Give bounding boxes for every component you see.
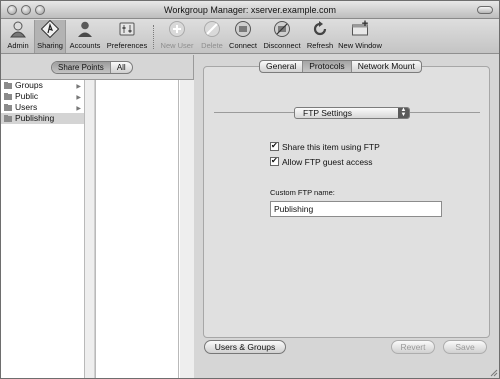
toolbar-admin-label: Admin	[7, 41, 29, 50]
toolbar-refresh-label: Refresh	[306, 41, 334, 50]
share-points-browser: Groups ▶ Public ▶ Users ▶ Publishing	[1, 79, 194, 378]
share-points-segmented-control: Share Points All	[51, 61, 133, 74]
tab-protocols[interactable]: Protocols	[303, 61, 352, 72]
admin-icon	[10, 21, 26, 38]
toolbar-new-user-button[interactable]: New User	[159, 20, 195, 53]
window-title: Workgroup Manager: xserver.example.com	[164, 5, 336, 15]
toolbar-refresh-button[interactable]: Refresh	[305, 20, 335, 53]
toolbar-delete-label: Delete	[201, 41, 223, 50]
list-item-label: Publishing	[15, 113, 55, 123]
list-item-groups[interactable]: Groups ▶	[1, 80, 84, 91]
new-window-icon	[352, 20, 368, 36]
toolbar-accounts-label: Accounts	[69, 41, 101, 50]
disconnect-icon	[274, 21, 290, 37]
close-window-icon[interactable]	[7, 5, 17, 15]
custom-ftp-name-field[interactable]: Publishing	[270, 201, 442, 217]
toolbar-separator	[153, 25, 154, 49]
browser-column-1: Groups ▶ Public ▶ Users ▶ Publishing	[1, 80, 85, 378]
share-folder-icon	[4, 115, 12, 122]
tab-general[interactable]: General	[260, 61, 304, 72]
share-folder-icon	[4, 104, 12, 111]
list-item-public[interactable]: Public ▶	[1, 91, 84, 102]
browser-scrollbar[interactable]	[180, 80, 194, 378]
settings-pane: General Protocols Network Mount FTP Sett…	[195, 55, 499, 378]
toolbar-disconnect-label: Disconnect	[263, 41, 301, 50]
toolbar-new-window-label: New Window	[338, 41, 382, 50]
toolbar-delete-button[interactable]: Delete	[198, 20, 226, 53]
toolbar-new-user-label: New User	[160, 41, 194, 50]
toolbar-connect-label: Connect	[229, 41, 257, 50]
share-ftp-checkbox[interactable]: Share this item using FTP	[270, 141, 380, 152]
column-1-scrollbar[interactable]	[85, 80, 95, 378]
list-item-publishing[interactable]: Publishing	[1, 113, 84, 124]
custom-ftp-name-label: Custom FTP name:	[270, 188, 335, 197]
toolbar: Admin Sharing Accounts Preferences New U…	[1, 19, 499, 54]
ftp-guest-access-label: Allow FTP guest access	[282, 157, 373, 167]
checkbox-checked-icon	[270, 156, 279, 166]
share-folder-icon	[4, 93, 12, 100]
protocol-popup-value: FTP Settings	[303, 108, 352, 118]
ftp-guest-access-checkbox[interactable]: Allow FTP guest access	[270, 156, 373, 167]
list-item-users[interactable]: Users ▶	[1, 102, 84, 113]
share-ftp-label: Share this item using FTP	[282, 142, 380, 152]
toolbar-connect-button[interactable]: Connect	[227, 20, 259, 53]
preferences-icon	[119, 22, 135, 36]
popup-arrows-icon: ▲ ▼	[398, 107, 409, 118]
zoom-window-icon[interactable]	[35, 5, 45, 15]
list-item-label: Users	[15, 102, 38, 112]
toolbar-sharing-label: Sharing	[37, 41, 63, 50]
save-button[interactable]: Save	[443, 340, 487, 354]
revert-button[interactable]: Revert	[391, 340, 435, 354]
refresh-icon	[313, 21, 327, 36]
toolbar-admin-button[interactable]: Admin	[3, 20, 33, 53]
title-bar: Workgroup Manager: xserver.example.com	[1, 1, 499, 19]
accounts-icon	[78, 21, 92, 37]
delete-icon	[204, 21, 220, 37]
checkbox-checked-icon	[270, 141, 279, 151]
minimize-window-icon[interactable]	[21, 5, 31, 15]
protocols-group-box: FTP Settings ▲▼ Share this item using FT…	[203, 66, 490, 338]
toolbar-preferences-label: Preferences	[106, 41, 148, 50]
connect-icon	[235, 21, 251, 37]
toolbar-new-window-button[interactable]: New Window	[337, 20, 383, 53]
tab-network-mount[interactable]: Network Mount	[352, 61, 421, 72]
new-user-icon	[169, 21, 185, 37]
list-item-label: Groups	[15, 80, 43, 90]
sharing-icon	[41, 20, 59, 38]
toolbar-preferences-button[interactable]: Preferences	[105, 20, 149, 53]
app-window: Workgroup Manager: xserver.example.com A…	[0, 0, 500, 379]
toolbar-disconnect-button[interactable]: Disconnect	[261, 20, 303, 53]
toolbar-toggle-button[interactable]	[477, 6, 493, 14]
segment-all[interactable]: All	[111, 62, 132, 73]
users-groups-button[interactable]: Users & Groups	[204, 340, 286, 354]
settings-tabs: General Protocols Network Mount	[259, 60, 422, 73]
toolbar-accounts-button[interactable]: Accounts	[68, 20, 102, 53]
protocol-popup[interactable]: FTP Settings ▲ ▼	[294, 107, 410, 119]
toolbar-sharing-button[interactable]: Sharing	[34, 20, 66, 53]
segment-share-points[interactable]: Share Points	[52, 62, 111, 73]
browser-column-2	[95, 80, 179, 378]
share-points-pane: Share Points All Groups ▶ Public ▶ Users	[1, 55, 194, 378]
share-folder-icon	[4, 82, 12, 89]
list-item-label: Public	[15, 91, 39, 101]
resize-grip-icon[interactable]	[488, 367, 498, 377]
